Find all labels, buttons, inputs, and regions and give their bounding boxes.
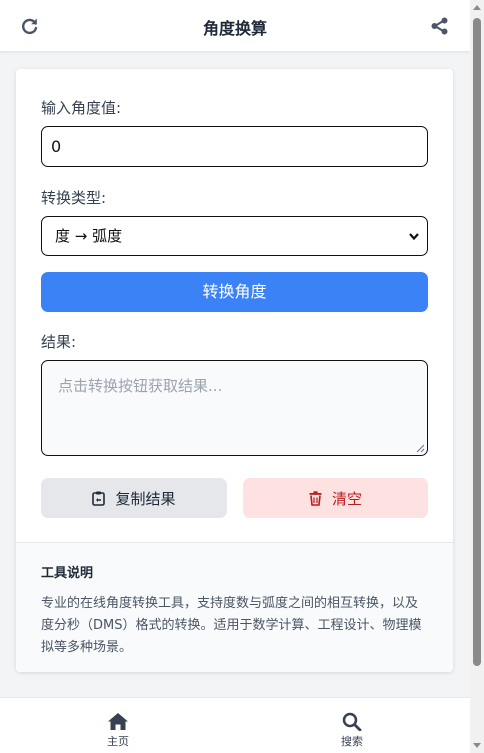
chevron-down-icon — [409, 233, 419, 241]
page-title: 角度换算 — [202, 19, 267, 38]
scroll-up-arrow-icon[interactable] — [472, 3, 482, 11]
angle-input-label: 输入角度值: — [41, 99, 122, 117]
clear-label: 清空 — [331, 489, 362, 508]
copy-result-label: 复制结果 — [115, 489, 176, 508]
trash-icon — [309, 490, 322, 506]
converter-card: 输入角度值: 0 转换类型: 度 → 弧度 转换角度 结果: 点击转换按钮获取结… — [16, 69, 453, 672]
nav-search-label: 搜索 — [341, 735, 363, 748]
info-heading: 工具说明 — [41, 566, 94, 581]
convert-button[interactable]: 转换角度 — [41, 272, 428, 312]
clear-button[interactable]: 清空 — [243, 478, 428, 518]
app-header: 角度换算 — [0, 0, 470, 52]
angle-input[interactable]: 0 — [41, 126, 428, 167]
search-icon — [342, 712, 362, 731]
scrollbar-thumb[interactable] — [473, 18, 481, 666]
scroll-down-arrow-icon[interactable] — [472, 742, 482, 750]
conversion-type-value: 度 → 弧度 — [55, 227, 123, 245]
info-description: 专业的在线角度转换工具，支持度数与弧度之间的相互转换，以及度分秒（DMS）格式的… — [41, 596, 422, 655]
bottom-nav: 主页 搜索 — [0, 697, 470, 753]
copy-result-button[interactable]: 复制结果 — [41, 478, 227, 518]
result-textarea[interactable]: 点击转换按钮获取结果... — [41, 360, 428, 456]
copy-icon — [92, 491, 106, 506]
resize-grip-icon[interactable] — [416, 444, 425, 453]
nav-search[interactable]: 搜索 — [322, 712, 382, 749]
home-icon — [108, 713, 128, 730]
share-icon[interactable] — [430, 16, 450, 36]
result-placeholder: 点击转换按钮获取结果... — [58, 377, 223, 395]
tool-info-section: 工具说明 专业的在线角度转换工具，支持度数与弧度之间的相互转换，以及度分秒（DM… — [16, 542, 453, 672]
result-label: 结果: — [41, 333, 77, 351]
nav-home[interactable]: 主页 — [88, 712, 148, 749]
conversion-type-label: 转换类型: — [41, 189, 107, 207]
conversion-type-select[interactable]: 度 → 弧度 — [41, 216, 428, 256]
nav-home-label: 主页 — [107, 735, 129, 748]
